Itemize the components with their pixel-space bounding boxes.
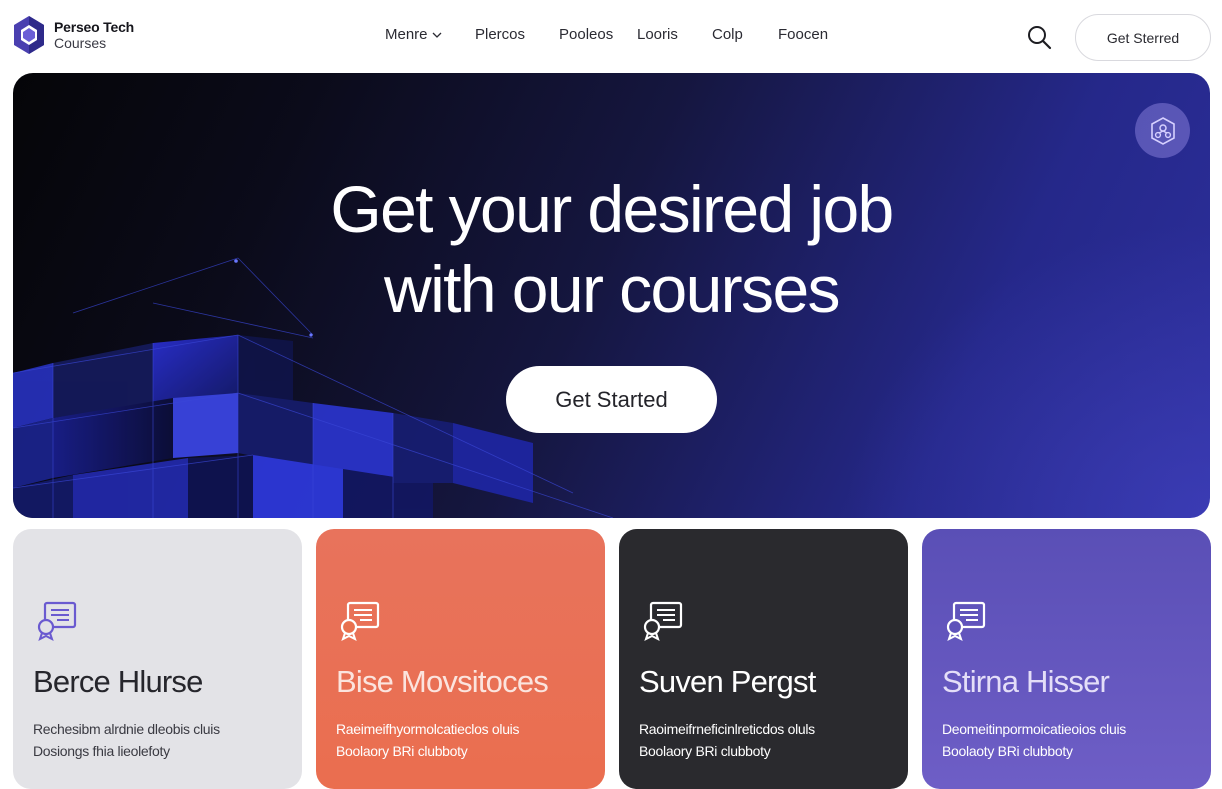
card-description: Raeimeifhyormolcatieclos oluis Boolaory …	[336, 718, 596, 762]
nav-item-label: Plercos	[475, 26, 526, 43]
course-card[interactable]: Suven Pergst Raoimeifrneficinlreticdos o…	[619, 529, 908, 789]
card-desc-line: Boolaory BRi clubboty	[336, 743, 468, 759]
card-desc-line: Deomeitinpormoicatieoios cluis	[942, 721, 1126, 737]
network-icon	[1150, 116, 1175, 145]
nav-item-menre[interactable]: Menre	[385, 26, 475, 43]
get-started-nav-button[interactable]: Get Sterred	[1075, 14, 1211, 61]
main-nav: Menre Plercos Pooleos Looris Colp Foocen	[385, 26, 828, 43]
card-description: Raoimeifrneficinlreticdos oluls Boolaory…	[639, 718, 899, 762]
card-desc-line: Boolaoty BRi clubboty	[942, 743, 1073, 759]
logo-icon	[14, 16, 44, 54]
nav-item-label: Foocen	[778, 26, 829, 43]
course-card[interactable]: Berce Hlurse Rechesibm alrdnie dleobis c…	[13, 529, 302, 789]
search-icon[interactable]	[1026, 24, 1052, 50]
nav-item-label: Pooleos	[559, 26, 614, 43]
card-desc-line: Boolaory BRi clubboty	[639, 743, 771, 759]
card-title: Bise Movsitoces	[336, 664, 549, 699]
card-desc-line: Dosiongs fhia lieolefoty	[33, 743, 170, 759]
top-navbar: Perseo Tech Courses Menre Plercos Pooleo…	[0, 0, 1222, 72]
course-card[interactable]: Stirna Hisser Deomeitinpormoicatieoios c…	[922, 529, 1211, 789]
nav-item-poolecs[interactable]: Pooleos	[559, 26, 637, 43]
card-title: Suven Pergst	[639, 664, 816, 699]
hero-network-badge[interactable]	[1135, 103, 1190, 158]
nav-item-foocen[interactable]: Foocen	[778, 26, 828, 43]
hero-title: Get your desired job with our courses	[13, 169, 1210, 329]
nav-item-label: Looris	[637, 26, 678, 43]
card-desc-line: Raoimeifrneficinlreticdos oluls	[639, 721, 815, 737]
nav-item-label: Colp	[712, 26, 743, 43]
chevron-down-icon	[432, 32, 441, 38]
hero-title-line-1: Get your desired job	[330, 172, 894, 246]
brand[interactable]: Perseo Tech Courses	[12, 14, 134, 56]
course-certificate-icon	[37, 601, 77, 641]
card-description: Rechesibm alrdnie dleobis cluis Dosiongs…	[33, 718, 293, 762]
card-desc-line: Rechesibm alrdnie dleobis cluis	[33, 721, 220, 737]
hero-banner: Get your desired job with our courses Ge…	[13, 73, 1210, 518]
card-desc-line: Raeimeifhyormolcatieclos oluis	[336, 721, 520, 737]
card-title: Berce Hlurse	[33, 664, 203, 699]
course-card[interactable]: Bise Movsitoces Raeimeifhyormolcatieclos…	[316, 529, 605, 789]
nav-item-plercos[interactable]: Plercos	[475, 26, 559, 43]
nav-item-label: Menre	[385, 26, 428, 43]
course-certificate-icon	[643, 601, 683, 641]
card-title: Stirna Hisser	[942, 664, 1110, 699]
brand-name: Perseo Tech	[54, 18, 135, 35]
card-description: Deomeitinpormoicatieoios cluis Boolaoty …	[942, 718, 1202, 762]
course-certificate-icon	[340, 601, 380, 641]
get-started-hero-button[interactable]: Get Started	[506, 366, 717, 433]
brand-subtitle: Courses	[54, 35, 107, 51]
nav-item-colp[interactable]: Colp	[712, 26, 778, 43]
nav-item-looris[interactable]: Looris	[637, 26, 712, 43]
hero-title-line-2: with our courses	[384, 252, 841, 326]
course-certificate-icon	[946, 601, 986, 641]
